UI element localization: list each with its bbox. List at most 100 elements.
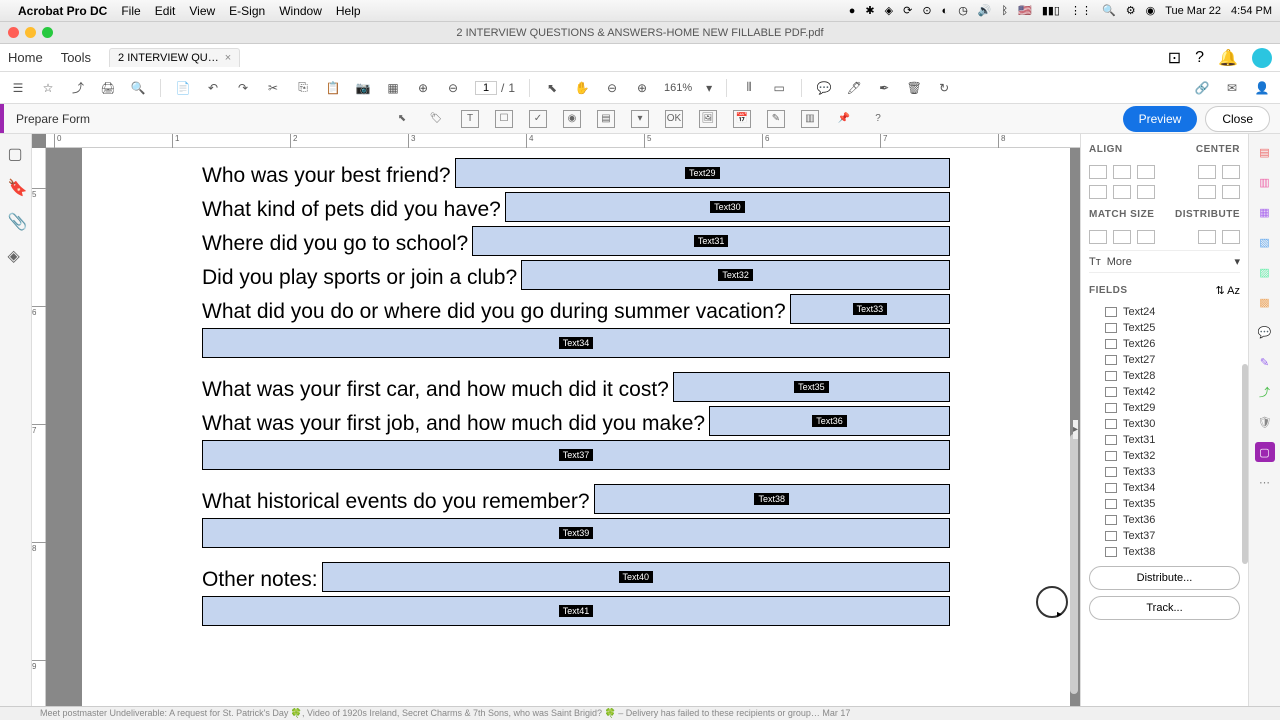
form-field-text32[interactable]: Text32 [521,260,950,290]
form-field-text31[interactable]: Text31 [472,226,950,256]
tab-tools[interactable]: Tools [61,50,91,65]
clipboard-icon[interactable]: 📋 [325,80,341,96]
center-h-icon[interactable] [1198,165,1216,179]
form-field-text37[interactable]: Text37 [202,440,950,470]
align-center-icon[interactable] [1113,165,1131,179]
fields-scrollbar[interactable] [1242,364,1248,564]
field-list-item[interactable]: Text42 [1089,384,1240,400]
app-name[interactable]: Acrobat Pro DC [18,4,107,18]
hand-icon[interactable]: ✋ [574,80,590,96]
field-list-item[interactable]: Text33 [1089,464,1240,480]
field-list-item[interactable]: Text38 [1089,544,1240,560]
bluetooth-icon[interactable]: ᛒ [1002,5,1009,17]
layers-icon[interactable]: ◈ [8,246,24,262]
menu-edit[interactable]: Edit [155,4,176,18]
text-field-tool-icon[interactable]: T [461,110,479,128]
pin-tool-icon[interactable]: 📌 [835,110,853,128]
preview-button[interactable]: Preview [1123,106,1198,132]
more-tools-icon[interactable]: ⋯ [1255,472,1275,492]
page-down-icon[interactable]: ⊖ [445,80,461,96]
minimize-window-button[interactable] [25,27,36,38]
radio-tool-icon[interactable]: ◉ [563,110,581,128]
edit-pdf-icon[interactable]: ▦ [1255,202,1275,222]
clock-icon[interactable]: ◷ [958,4,968,17]
distribute-v-icon[interactable] [1222,230,1240,244]
dual-page-icon[interactable]: ▦ [385,80,401,96]
match-height-icon[interactable] [1113,230,1131,244]
document-tab[interactable]: 2 INTERVIEW QU… × [109,48,240,67]
mail-icon[interactable]: ✉ [1224,80,1240,96]
copy-icon[interactable]: ⎘ [295,80,311,96]
camera-icon[interactable]: 📷 [355,80,371,96]
cut-icon[interactable]: ✂ [265,80,281,96]
checkbox-tool-icon[interactable]: ☐ [495,110,513,128]
field-list-item[interactable]: Text36 [1089,512,1240,528]
status-icon[interactable]: ◈ [885,4,893,17]
protect-icon[interactable]: 🛡 [1255,412,1275,432]
sign-icon[interactable]: ✒ [876,80,892,96]
fit-width-icon[interactable]: ⫴ [741,80,757,96]
save-icon[interactable]: ⤴ [70,80,86,96]
print-icon[interactable]: 🖨 [100,80,116,96]
form-field-text34[interactable]: Text34 [202,328,950,358]
wifi-icon[interactable]: ⋮⋮ [1070,4,1092,17]
attachment-icon[interactable]: 📎 [8,212,24,228]
more-button[interactable]: Tт More ▾ [1089,250,1240,273]
form-field-text40[interactable]: Text40 [322,562,950,592]
menu-window[interactable]: Window [279,4,322,18]
control-center-icon[interactable]: ⚙ [1126,4,1136,17]
star-icon[interactable]: ☆ [40,80,56,96]
comment-tool-icon[interactable]: 💬 [1255,322,1275,342]
dropdown-tool-icon[interactable]: ▾ [631,110,649,128]
align-middle-icon[interactable] [1113,185,1131,199]
close-button[interactable]: Close [1205,106,1270,132]
field-list-item[interactable]: Text30 [1089,416,1240,432]
page-input[interactable] [475,81,497,95]
align-right-icon[interactable] [1137,165,1155,179]
field-list-item[interactable]: Text35 [1089,496,1240,512]
check-tool-icon[interactable]: ✓ [529,110,547,128]
field-list-item[interactable]: Text24 [1089,304,1240,320]
collapse-right-icon[interactable]: ▸ [1073,420,1078,439]
menubar-time[interactable]: 4:54 PM [1231,5,1272,17]
comment-icon[interactable]: 💬 [816,80,832,96]
sort-icon[interactable]: ⇅ Aᴢ [1215,284,1240,297]
field-list-item[interactable]: Text29 [1089,400,1240,416]
sidebar-toggle-icon[interactable]: ☰ [10,80,26,96]
status-icon[interactable]: ⊙ [922,4,931,17]
link-icon[interactable]: 🔗 [1194,80,1210,96]
field-list-item[interactable]: Text25 [1089,320,1240,336]
refresh-icon[interactable]: ↻ [936,80,952,96]
page-up-icon[interactable]: ⊕ [415,80,431,96]
page-icon[interactable]: 📄 [175,80,191,96]
combine-icon[interactable]: ▥ [1255,172,1275,192]
menubar-date[interactable]: Tue Mar 22 [1165,5,1221,17]
center-v-icon[interactable] [1222,165,1240,179]
list-tool-icon[interactable]: ▤ [597,110,615,128]
distribute-button[interactable]: Distribute... [1089,566,1240,590]
form-field-text35[interactable]: Text35 [673,372,950,402]
form-field-text36[interactable]: Text36 [709,406,950,436]
share-icon[interactable]: 👤 [1254,80,1270,96]
create-pdf-icon[interactable]: ▤ [1255,142,1275,162]
zoom-dropdown-icon[interactable]: ▾ [706,81,712,95]
help-icon[interactable]: ? [1195,49,1204,67]
date-tool-icon[interactable]: 📅 [733,110,751,128]
export-pdf-icon[interactable]: ▧ [1255,232,1275,252]
scan-icon[interactable]: ▩ [1255,292,1275,312]
flag-icon[interactable]: 🇺🇸 [1018,4,1032,17]
help-tool-icon[interactable]: ? [869,110,887,128]
search-icon[interactable]: ⊡ [1168,48,1181,68]
form-field-text38[interactable]: Text38 [594,484,950,514]
menu-file[interactable]: File [121,4,140,18]
spotlight-icon[interactable]: 🔍 [1102,4,1116,17]
field-list-item[interactable]: Text37 [1089,528,1240,544]
align-top-icon[interactable] [1089,185,1107,199]
form-field-text30[interactable]: Text30 [505,192,950,222]
form-field-text39[interactable]: Text39 [202,518,950,548]
trash-icon[interactable]: 🗑 [906,80,922,96]
field-list-item[interactable]: Text34 [1089,480,1240,496]
thumbnails-icon[interactable]: ▢ [8,144,24,160]
status-icon[interactable]: ◐ [942,5,949,17]
field-list-item[interactable]: Text31 [1089,432,1240,448]
